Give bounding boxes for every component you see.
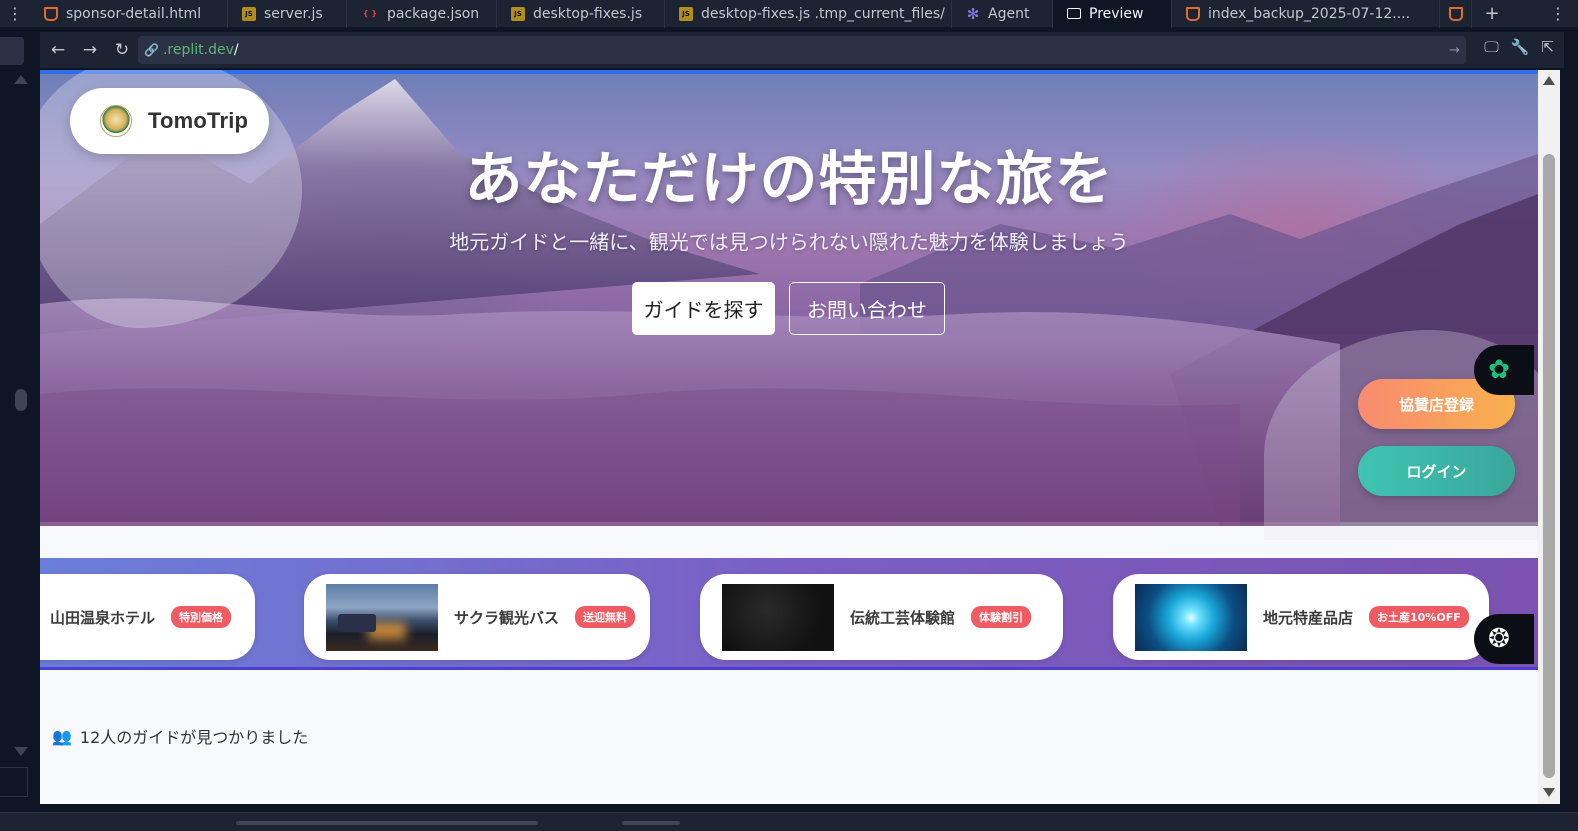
sponsor-name: 山田温泉ホテル (50, 608, 156, 627)
device-icon[interactable]: 🖵 (1484, 38, 1498, 56)
sponsor-badge: 特別価格 (171, 606, 232, 628)
url-host: .replit.dev (162, 42, 234, 58)
tab-label: sponsor-detail.html (66, 5, 202, 22)
sponsor-card[interactable]: サクラ観光バス 送迎無料 (304, 574, 650, 660)
tab-preview[interactable]: Preview (1053, 0, 1172, 28)
left-panel-strip (0, 29, 38, 809)
wrench-icon[interactable]: 🔧 (1511, 38, 1530, 56)
tab-label: desktop-fixes.js .tmp_current_files/ (701, 5, 945, 22)
tabs-menu-button[interactable]: ⋮ (0, 0, 30, 28)
left-panel-handle[interactable] (0, 37, 24, 65)
back-arrow-icon[interactable]: ← (42, 34, 74, 66)
tab-server-js[interactable]: JS server.js (228, 0, 347, 28)
reload-icon[interactable]: ↻ (106, 34, 138, 66)
hero-subtitle: 地元ガイドと一緒に、観光では見つけられない隠れた魅力を体験しましょう (449, 230, 1129, 254)
chatgpt-button[interactable]: ❂ (1474, 614, 1534, 664)
js-file-icon: JS (242, 6, 256, 21)
go-arrow-icon[interactable]: → (1449, 43, 1460, 58)
scroll-up-icon[interactable] (1543, 76, 1555, 85)
sponsor-badge: お土産10%OFF (1369, 606, 1469, 628)
hero-title: あなただけの特別な旅を (464, 145, 1114, 213)
tab-label: Agent (988, 5, 1030, 22)
link-icon: 🔗 (144, 43, 159, 57)
url-path: / (233, 42, 239, 58)
logo-text: TomoTrip (148, 108, 249, 133)
url-input[interactable]: 🔗 .replit.dev / → (138, 36, 1466, 64)
preview-url-bar: ← → ↻ 🔗 .replit.dev / → 🖵 🔧 ⇱ (40, 32, 1564, 68)
tab-overflow[interactable] (1440, 0, 1472, 28)
tab-sponsor-detail-html[interactable]: sponsor-detail.html (30, 0, 228, 28)
sponsor-image (326, 583, 438, 651)
sponsor-card[interactable]: 山田温泉ホテル 特別価格 (40, 574, 255, 660)
tab-package-json[interactable]: { } package.json (347, 0, 497, 28)
sponsor-badge: 体験割引 (971, 606, 1032, 628)
agent-icon: ✻ (966, 4, 980, 23)
hero-section: TomoTrip あなただけの特別な旅を 地元ガイドと一緒に、観光では見つけられ… (40, 70, 1538, 540)
ai-assistant-button[interactable]: ✿ (1474, 345, 1534, 395)
tab-desktop-fixes-tmp[interactable]: JS desktop-fixes.js .tmp_current_files/ (665, 0, 952, 28)
preview-viewport: TomoTrip あなただけの特別な旅を 地元ガイドと一緒に、観光では見つけられ… (40, 70, 1538, 804)
sponsor-name: サクラ観光バス (454, 608, 560, 627)
bottom-status-bar (0, 812, 1578, 831)
scroll-up-icon[interactable] (14, 75, 28, 84)
sponsor-card[interactable]: 地元特産品店 お土産10%OFF (1113, 574, 1489, 660)
js-file-icon: JS (511, 6, 525, 21)
sponsor-card[interactable]: 伝統工芸体験館 体験割引 (700, 574, 1063, 660)
scrollbar-thumb[interactable] (1543, 154, 1555, 778)
sponsor-image (722, 583, 834, 651)
external-link-icon[interactable]: ⇱ (1541, 38, 1554, 56)
url-tools: 🖵 🔧 ⇱ (1484, 38, 1554, 56)
tab-index-backup[interactable]: index_backup_2025-07-12.... (1172, 0, 1440, 28)
preview-icon (1067, 8, 1081, 19)
sponsor-image (1135, 583, 1247, 651)
add-tab-button[interactable]: + (1472, 3, 1512, 24)
sponsor-badge: 送迎無料 (575, 606, 636, 628)
tab-label: server.js (264, 5, 323, 22)
forward-arrow-icon[interactable]: → (74, 34, 106, 66)
chatgpt-icon: ❂ (1488, 624, 1510, 654)
sponsor-name: 地元特産品店 (1263, 608, 1354, 627)
tab-desktop-fixes-js[interactable]: JS desktop-fixes.js (497, 0, 665, 28)
more-options-icon[interactable]: ⋮ (1550, 4, 1566, 23)
tab-label: Preview (1089, 5, 1144, 22)
status-segment (622, 821, 680, 825)
tab-agent[interactable]: ✻ Agent (952, 0, 1053, 28)
sponsor-carousel: 山田温泉ホテル 特別価格 サクラ観光バス 送迎無料 伝統工芸体験館 体験割引 地… (40, 558, 1538, 670)
contact-button[interactable]: お問い合わせ (789, 282, 945, 335)
scroll-down-icon[interactable] (14, 747, 28, 756)
json-file-icon: { } (362, 8, 378, 18)
login-button[interactable]: ログイン (1358, 446, 1515, 496)
status-segment (236, 821, 538, 825)
tab-label: desktop-fixes.js (533, 5, 643, 22)
left-scrollbar-thumb[interactable] (15, 389, 27, 411)
users-icon: 👥 (52, 726, 72, 746)
editor-tab-bar: ⋮ sponsor-detail.html JS server.js { } p… (0, 0, 1578, 28)
js-file-icon: JS (679, 6, 693, 21)
html-file-icon (1449, 6, 1463, 21)
html-file-icon (44, 6, 58, 21)
preview-scrollbar[interactable] (1538, 70, 1560, 804)
guide-count-text: 12人のガイドが見つかりました (79, 728, 309, 747)
ai-flower-icon: ✿ (1488, 355, 1510, 385)
html-file-icon (1186, 6, 1200, 21)
tab-label: index_backup_2025-07-12.... (1208, 5, 1411, 22)
find-guide-button[interactable]: ガイドを探す (632, 282, 775, 335)
scroll-down-icon[interactable] (1543, 788, 1555, 797)
tab-label: package.json (387, 5, 480, 22)
left-panel-box (0, 767, 28, 797)
hero-buttons: ガイドを探す お問い合わせ (632, 282, 945, 335)
sponsor-name: 伝統工芸体験館 (850, 608, 956, 627)
guide-count: 👥 12人のガイドが見つかりました (52, 724, 308, 748)
